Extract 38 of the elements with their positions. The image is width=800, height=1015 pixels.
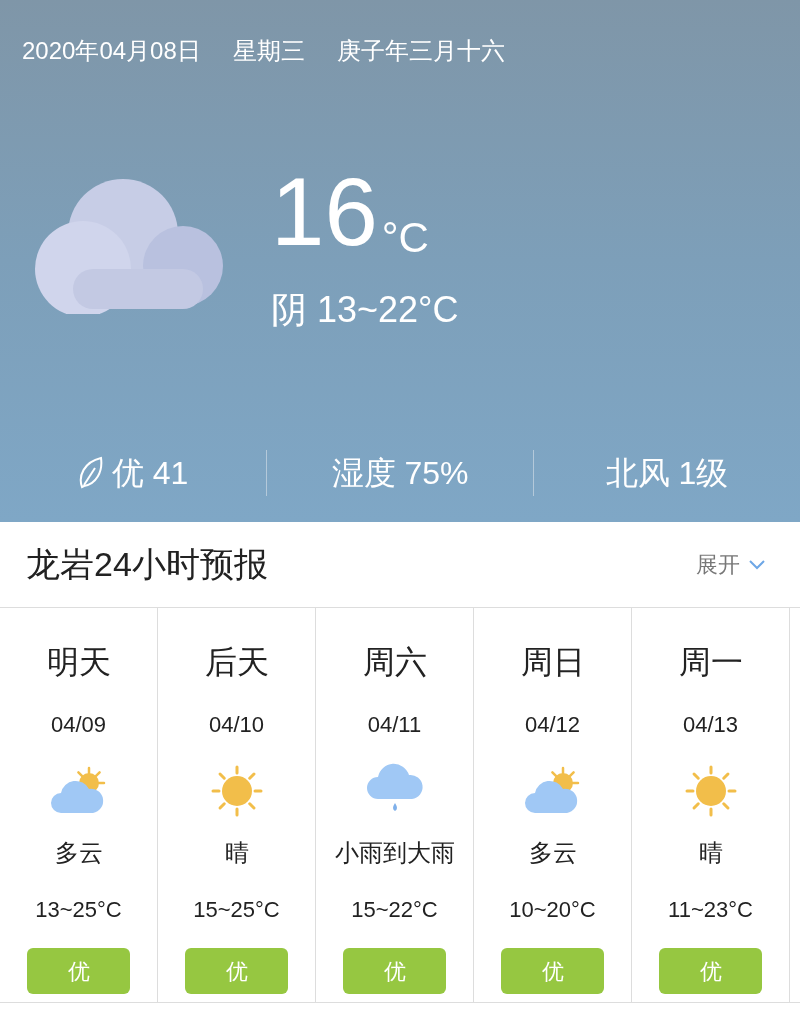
day-name: 周六 — [362, 643, 427, 682]
temperature-range: 10~20°C — [509, 896, 596, 924]
air-quality-badge: 优 — [501, 948, 604, 994]
lunar-date-text: 庚子年三月十六 — [336, 36, 505, 66]
temperature-range: 15~22°C — [351, 896, 438, 924]
expand-button[interactable]: 展开 — [696, 548, 766, 581]
air-quality-badge: 优 — [343, 948, 446, 994]
day-date: 04/10 — [208, 711, 265, 739]
condition-text: 多云 — [528, 838, 577, 868]
day-date: 04/11 — [367, 711, 422, 739]
date-text: 2020年04月08日 — [22, 36, 201, 66]
condition-text: 晴 — [698, 838, 723, 868]
stat-text: 北风 1级 — [605, 454, 729, 493]
air-quality-badge: 优 — [185, 948, 288, 994]
temperature-range: 15~25°C — [193, 896, 280, 924]
stat-text: 优 41 — [111, 454, 189, 493]
day-date: 04/12 — [524, 711, 581, 739]
air-quality-badge: 优 — [659, 948, 762, 994]
condition-text: 小雨到大雨 — [334, 838, 455, 868]
weekday-text: 星期三 — [232, 36, 305, 66]
unit-text: °C — [381, 213, 429, 263]
day-date: 04/09 — [50, 711, 107, 739]
day-name: 后天 — [204, 643, 269, 682]
chevron-down-icon — [748, 558, 766, 571]
day-name: 明天 — [46, 643, 111, 682]
day-date: 04/13 — [682, 711, 739, 739]
air-quality-badge: 优 — [27, 948, 130, 994]
forecast-title: 龙岩24小时预报 — [26, 544, 268, 585]
condition-text: 阴 13~22°C — [271, 288, 459, 332]
condition-text: 晴 — [224, 838, 249, 868]
day-name: 周日 — [520, 643, 585, 682]
temperature-range: 11~23°C — [668, 896, 753, 924]
day-name: 周一 — [678, 643, 743, 682]
leaf-icon — [77, 456, 104, 490]
condition-text: 多云 — [54, 838, 103, 868]
temperature-range: 13~25°C — [35, 896, 122, 924]
temperature-text: 16 — [271, 164, 378, 260]
stat-text: 湿度 75% — [331, 454, 469, 493]
